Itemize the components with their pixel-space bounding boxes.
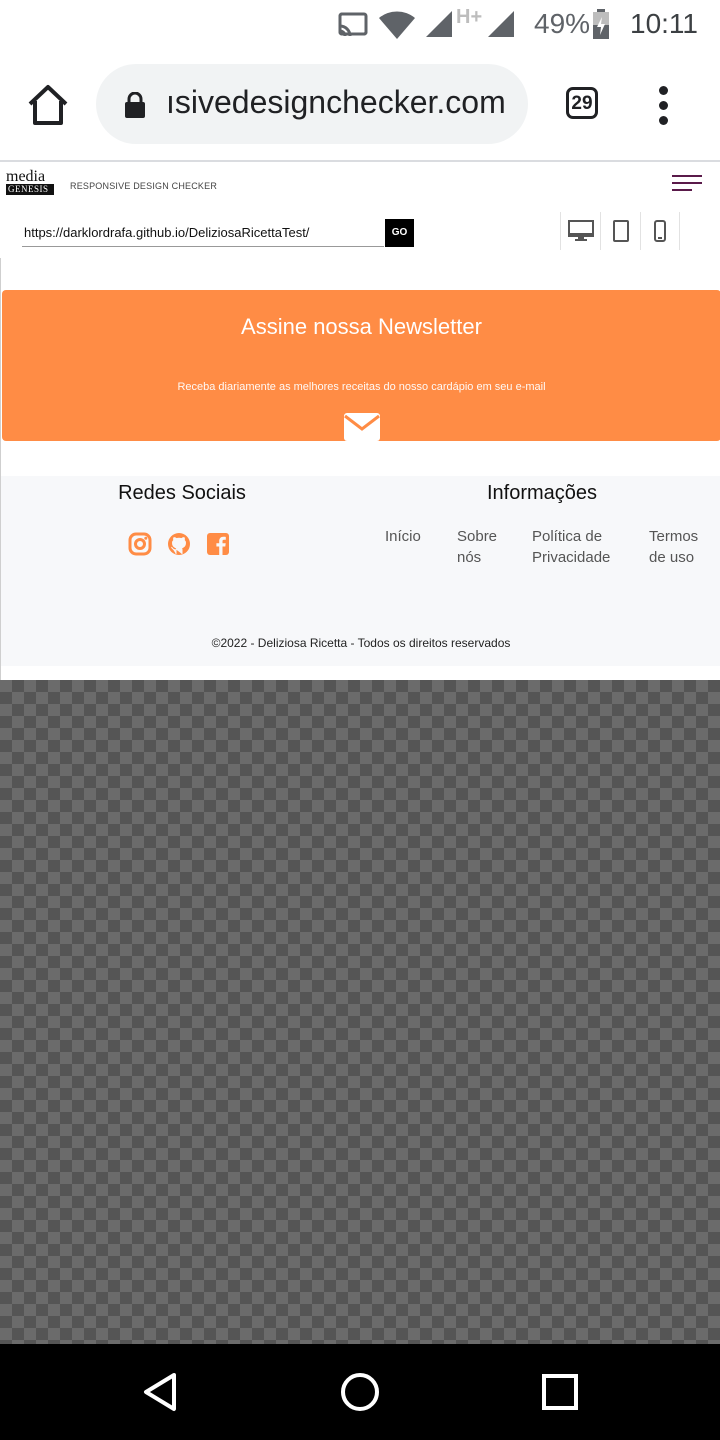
newsletter-section: Assine nossa Newsletter Receba diariamen…: [2, 290, 720, 441]
status-bar: H+ 49% 10:11: [0, 0, 720, 50]
signal-icon: [488, 11, 514, 37]
tab-switcher-button[interactable]: 29: [566, 87, 598, 119]
more-vert-icon[interactable]: [654, 86, 674, 126]
social-title: Redes Sociais: [118, 482, 246, 504]
test-url-input[interactable]: [22, 218, 384, 247]
footer-link-sobre[interactable]: Sobre nós: [457, 526, 497, 568]
tablet-view-button[interactable]: [600, 212, 640, 250]
site-footer: Redes Sociais Informações Início Sobre n…: [1, 476, 720, 666]
clock: 10:11: [630, 8, 698, 39]
address-bar[interactable]: ısivedesignchecker.com: [96, 64, 528, 144]
battery-percentage: 49%: [534, 8, 591, 39]
footer-link-termos[interactable]: Termos de uso: [649, 526, 698, 568]
desktop-view-button[interactable]: [560, 212, 600, 250]
hamburger-menu-icon[interactable]: [672, 175, 702, 195]
back-icon[interactable]: [138, 1370, 182, 1414]
facebook-icon[interactable]: [206, 532, 230, 556]
home-nav-icon[interactable]: [338, 1370, 382, 1414]
mobile-view-button[interactable]: [640, 212, 680, 250]
network-type: H+: [456, 6, 483, 28]
tablet-icon: [612, 220, 629, 242]
info-title: Informações: [486, 482, 598, 504]
mobile-icon: [654, 220, 666, 242]
recents-icon[interactable]: [538, 1370, 582, 1414]
newsletter-subtitle: Receba diariamente as melhores receitas …: [177, 381, 546, 393]
cast-icon: [338, 12, 368, 37]
site-title: RESPONSIVE DESIGN CHECKER: [70, 181, 218, 191]
transparent-background: [0, 680, 720, 1344]
newsletter-title: Assine nossa Newsletter: [241, 314, 482, 339]
site-header: media GENESIS RESPONSIVE DESIGN CHECKER: [0, 162, 720, 209]
go-button[interactable]: GO: [385, 219, 414, 247]
wifi-icon: [379, 11, 415, 40]
url-text: ısivedesignchecker.com: [166, 84, 506, 120]
system-navigation-bar: [0, 1344, 720, 1440]
signal-icon: [426, 11, 452, 37]
browser-toolbar: ısivedesignchecker.com 29: [0, 50, 720, 160]
lock-icon: [125, 92, 145, 118]
footer-link-inicio[interactable]: Início: [385, 526, 421, 547]
desktop-icon: [567, 220, 594, 241]
logo-text-bottom: GENESIS: [6, 184, 54, 195]
logo-text-top: media: [6, 168, 46, 185]
envelope-icon[interactable]: [344, 413, 380, 441]
media-genesis-logo[interactable]: media GENESIS: [6, 168, 54, 195]
battery-icon: [593, 9, 609, 39]
site-preview-frame[interactable]: Assine nossa Newsletter Receba diariamen…: [0, 258, 720, 680]
github-icon[interactable]: [167, 532, 191, 556]
home-icon[interactable]: [26, 83, 70, 127]
instagram-icon[interactable]: [128, 532, 152, 556]
copyright-text: ©2022 - Deliziosa Ricetta - Todos os dir…: [211, 636, 511, 650]
footer-link-privacidade[interactable]: Política de Privacidade: [532, 526, 610, 568]
url-check-bar: GO: [0, 208, 720, 258]
